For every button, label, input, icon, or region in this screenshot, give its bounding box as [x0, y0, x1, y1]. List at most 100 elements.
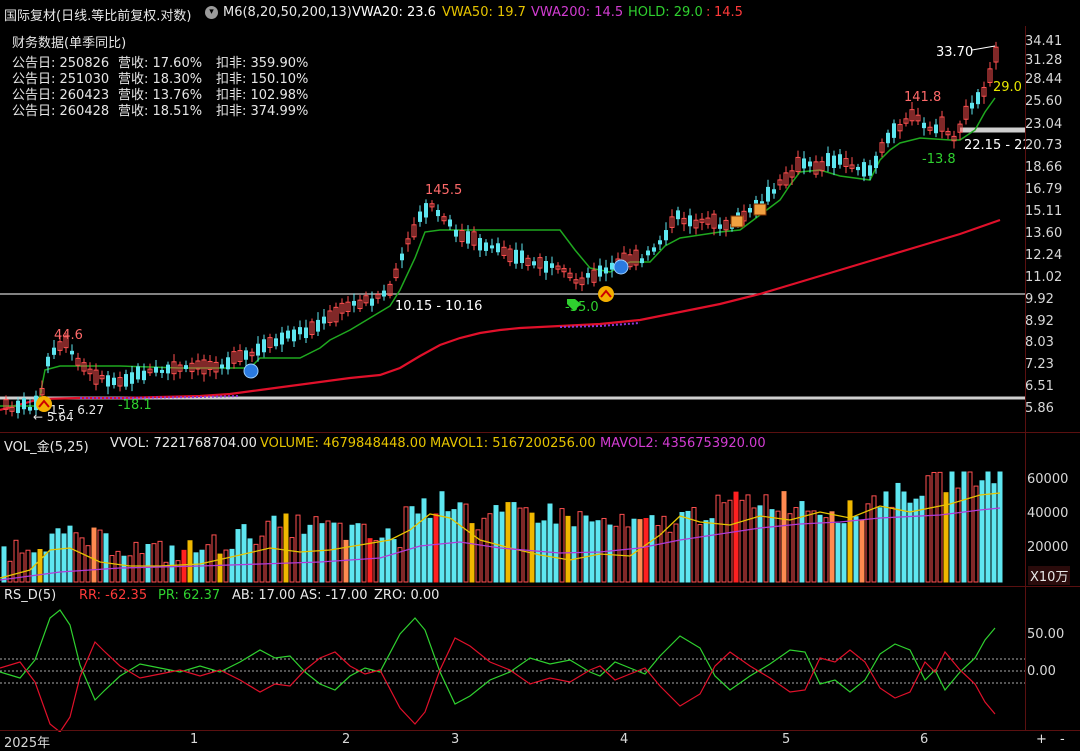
vwa200-label: VWA200: 14.5	[531, 5, 624, 20]
volume-bar	[175, 560, 181, 583]
volume-bar	[373, 540, 379, 583]
volume-bar	[67, 525, 73, 583]
top-label: 33.70	[936, 45, 973, 60]
volume-bar	[25, 549, 31, 583]
chest-icon	[753, 203, 767, 216]
stock-title[interactable]: 国际复材(日线.等比前复权.对数)	[4, 5, 191, 24]
volume-bar	[595, 520, 601, 583]
volume-bar	[763, 494, 769, 583]
candle-body	[544, 261, 548, 273]
volume-bar	[91, 527, 97, 583]
zro-label: ZRO: 0.00	[374, 588, 440, 603]
volume-bar	[349, 524, 355, 583]
candle-body	[586, 273, 590, 278]
volume-bar	[559, 508, 565, 583]
candle-body	[52, 347, 56, 355]
panel-divider[interactable]	[0, 432, 1080, 433]
price-tick: 6.51	[1025, 379, 1054, 394]
mavol2-label: MAVOL2: 4356753920.00	[600, 436, 766, 451]
candle-body	[478, 238, 482, 251]
price-tick: 34.41	[1025, 34, 1063, 49]
volume-bar	[625, 526, 631, 583]
volume-bar	[895, 482, 901, 583]
volume-bar	[781, 491, 787, 583]
chart-header: 国际复材(日线.等比前复权.对数) ▾ M6(8,20,50,200,13) V…	[0, 0, 1080, 26]
candle-body	[256, 343, 260, 356]
pr-line	[0, 609, 996, 705]
candle-body	[298, 327, 302, 335]
time-label-month: 4	[620, 732, 629, 747]
rs-title[interactable]: RS_D(5)	[4, 588, 56, 603]
price-tick: 11.02	[1025, 270, 1063, 285]
range-label-2: 10.15 - 10.16	[395, 299, 482, 314]
volume-bar	[85, 545, 91, 583]
volume-bar	[229, 548, 235, 583]
volume-bar	[205, 544, 211, 583]
candle-body	[838, 154, 842, 165]
volume-bar	[979, 480, 985, 583]
price-chart[interactable]: 44.6 ← 5.64 15 - 6.27 -18.1 145.5 10.15 …	[0, 26, 1025, 432]
volume-bar	[307, 524, 313, 583]
volume-bar	[643, 518, 649, 583]
candle-body	[286, 330, 290, 339]
volume-bar	[757, 505, 763, 583]
blue-ball-icon	[243, 363, 259, 379]
volume-bar	[301, 533, 307, 583]
pct-label-3: -13.8	[922, 152, 956, 167]
volume-bar	[691, 507, 697, 583]
volume-bar	[943, 492, 949, 583]
volume-bar	[73, 532, 79, 583]
candle-body	[382, 290, 386, 297]
candle-body	[226, 357, 230, 370]
zoom-out-button[interactable]: -	[1060, 732, 1065, 750]
candle-body	[70, 350, 74, 355]
time-label-month: 5	[782, 732, 791, 747]
rs-chart[interactable]	[0, 604, 1025, 732]
candle-body	[418, 211, 422, 222]
zoom-in-button[interactable]: +	[1036, 732, 1047, 750]
candle-body	[868, 165, 872, 176]
volume-bar	[835, 523, 841, 583]
volume-bar	[811, 510, 817, 583]
range-label-3: 22.15 - 22	[964, 138, 1025, 153]
candle-body	[448, 219, 452, 227]
volume-bar	[709, 518, 715, 583]
candle-body	[124, 374, 128, 387]
candle-body	[658, 240, 662, 245]
volume-bar	[997, 471, 1003, 583]
mavol1-label: MAVOL1: 5167200256.00	[430, 436, 596, 451]
volume-chart[interactable]	[0, 455, 1025, 585]
volume-title[interactable]: VOL_金(5,25)	[4, 436, 89, 455]
candle-body	[274, 338, 278, 347]
candle-body	[832, 155, 836, 168]
volume-bar	[715, 494, 721, 583]
candle-body	[970, 102, 974, 109]
volume-bar	[703, 520, 709, 583]
volume-bar	[859, 519, 865, 583]
ma-title[interactable]: M6(8,20,50,200,13)	[223, 5, 352, 20]
volume-bar	[565, 515, 571, 583]
candle-body	[28, 407, 32, 411]
price-tick: 18.66	[1025, 160, 1063, 175]
price-tick: 15.11	[1025, 204, 1063, 219]
volume-bar	[823, 517, 829, 583]
volume-bar	[889, 506, 895, 583]
price-tick: 8.03	[1025, 335, 1054, 350]
volume-bar	[313, 516, 319, 583]
chevron-down-icon[interactable]: ▾	[205, 6, 218, 19]
volume-bar	[577, 511, 583, 583]
top-arrow	[971, 45, 996, 51]
candle-body	[652, 247, 656, 252]
price-tick: 16.79	[1025, 182, 1063, 197]
candle-body	[142, 370, 146, 381]
volume-bar	[481, 517, 487, 583]
volume-bar	[775, 510, 781, 583]
panel-divider[interactable]	[0, 586, 1080, 587]
volume-bar	[523, 507, 529, 583]
volume-bar	[751, 507, 757, 583]
volume-bar	[601, 517, 607, 583]
volume-bar	[151, 543, 157, 583]
volume-bar	[337, 522, 343, 583]
volume-bar	[487, 513, 493, 583]
vvol-label: VVOL: 7221768704.00	[110, 436, 257, 451]
